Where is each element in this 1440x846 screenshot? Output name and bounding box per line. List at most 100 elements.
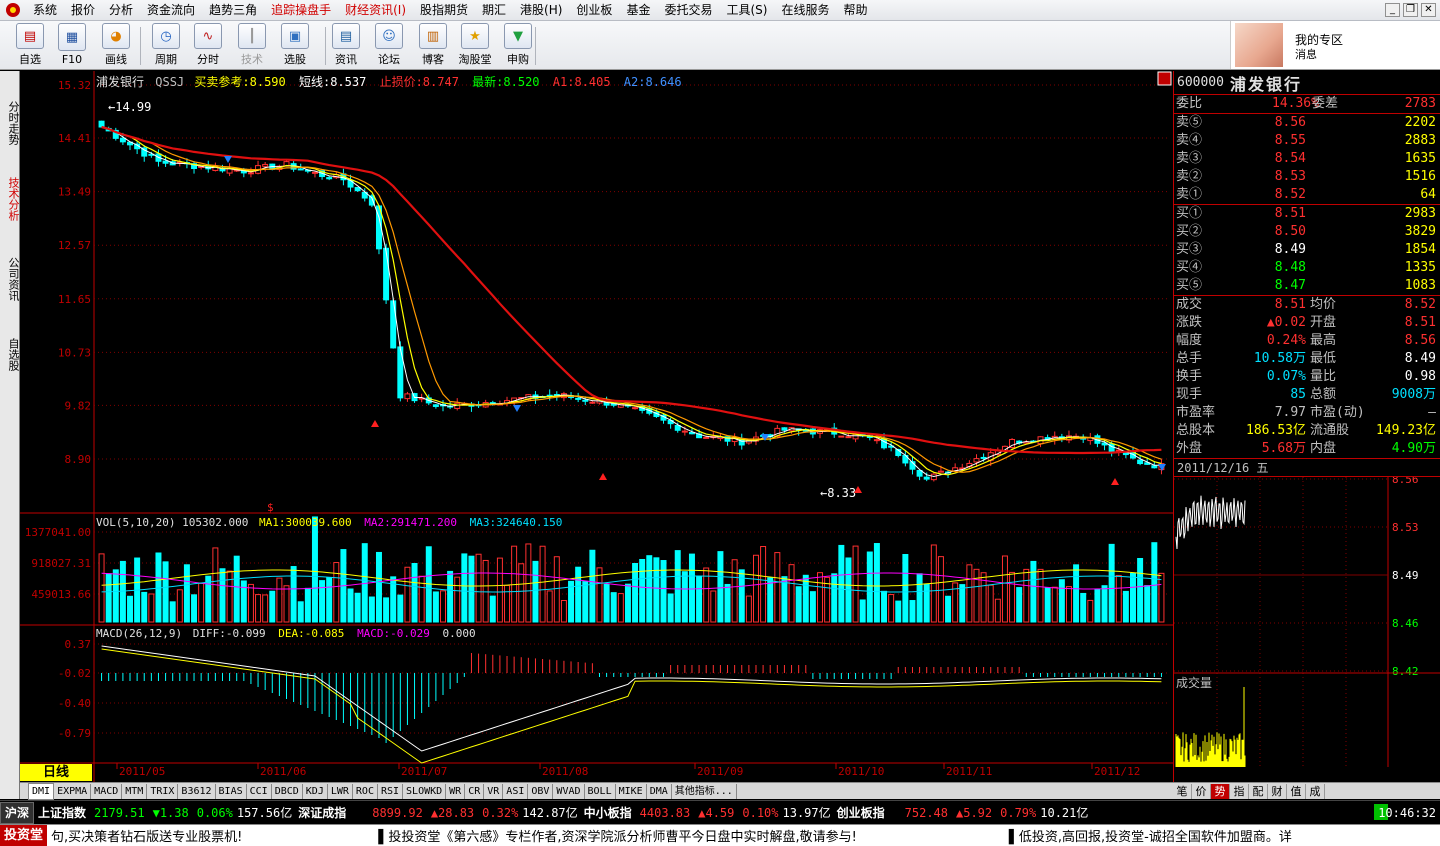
indicator-tab-23[interactable]: 其他指标... (672, 783, 737, 799)
ticker-item-1[interactable]: 句,买决策者钻石版送专业股票机! (51, 826, 242, 845)
menu-item-0[interactable]: 系统 (26, 0, 64, 21)
mini-intraday-chart[interactable]: 8.56 8.53 8.49 8.46 8.42 成交量 (1174, 473, 1440, 767)
menu-item-11[interactable]: 基金 (619, 0, 657, 21)
volume-bar (276, 577, 283, 623)
toolbar-taogutang-button[interactable]: ★ 淘股堂 (455, 23, 495, 67)
volume-bar (945, 595, 952, 623)
chart-canvas[interactable]: 15.32 14.41 13.49 12.57 11.65 10.73 9.82 8.90 13… (20, 71, 1173, 782)
toolbar-blog-button[interactable]: ▥ 博客 (413, 23, 453, 67)
stat-label-2: 总额 (1310, 387, 1337, 402)
buy-level-4-price: 8.48 (1274, 260, 1306, 275)
menu-item-13[interactable]: 工具(S) (719, 0, 774, 21)
news-ticker[interactable]: 投资堂 句,买决策者钻石版送专业股票机! ▌投投资堂《第六感》专栏作者,资深学院… (0, 824, 1440, 846)
indicator-tab-19[interactable]: WVAD (553, 783, 585, 799)
right-tab-2[interactable]: 势 (1211, 783, 1230, 799)
right-tab-5[interactable]: 财 (1268, 783, 1287, 799)
technical-chart[interactable]: 15.32 14.41 13.49 12.57 11.65 10.73 9.82 8.90 13… (20, 71, 1173, 782)
zx-index-name[interactable]: 中小板指 (584, 804, 632, 821)
menu-item-7[interactable]: 股指期货 (413, 0, 475, 21)
app-logo-icon[interactable] (3, 0, 23, 20)
sell-level-4-label: 卖④ (1176, 133, 1203, 148)
menu-item-8[interactable]: 期汇 (475, 0, 513, 21)
menu-item-10[interactable]: 创业板 (569, 0, 619, 21)
right-tab-6[interactable]: 值 (1287, 783, 1306, 799)
indicator-tab-5[interactable]: B3612 (178, 783, 216, 799)
indicator-tab-20[interactable]: BOLL (585, 783, 616, 799)
right-tab-1[interactable]: 价 (1192, 783, 1211, 799)
indicator-tab-2[interactable]: MACD (91, 783, 123, 799)
indicator-tab-21[interactable]: MIKE (616, 783, 647, 799)
volume-bar (688, 553, 695, 623)
right-tab-0[interactable]: 笔 (1173, 783, 1192, 799)
indicator-tab-8[interactable]: DBCD (272, 783, 303, 799)
toolbar-watchlist-button[interactable]: ▤ 自选 (10, 23, 50, 67)
menu-item-2[interactable]: 分析 (102, 0, 140, 21)
toolbar-news-button[interactable]: ▤ 资讯 (326, 23, 366, 67)
ticker-item-3[interactable]: ▌低投资,高回报,投资堂-诚招全国软件加盟商。详 (1009, 826, 1292, 845)
menu-item-9[interactable]: 港股(H) (513, 0, 569, 21)
indicator-tab-17[interactable]: ASI (503, 783, 529, 799)
ticker-item-2[interactable]: ▌投投资堂《第六感》专栏作者,资深学院派分析师曹平今日盘中实时解盘,敬请参与! (378, 826, 856, 845)
right-tab-4[interactable]: 配 (1249, 783, 1268, 799)
side-tab-technical[interactable]: 技术分析 (0, 167, 20, 227)
period-tab-daily[interactable]: 日线 (20, 764, 92, 781)
sell-orders: 卖⑤ 8.56 2202 卖④ 8.55 2883 卖③ 8.54 1635 卖② 8.53 1516… (1174, 114, 1440, 205)
indicator-tab-4[interactable]: TRIX (147, 783, 179, 799)
candle (681, 430, 688, 433)
toolbar-period-button[interactable]: ◷ 周期 (146, 23, 186, 67)
promo-banner[interactable]: 我的专区 消息 (1230, 21, 1440, 69)
menu-item-15[interactable]: 帮助 (836, 0, 874, 21)
restore-button[interactable]: ❐ (1403, 3, 1418, 17)
close-button[interactable]: ✕ (1421, 3, 1436, 17)
indicator-tab-9[interactable]: KDJ (303, 783, 328, 799)
indicator-tab-11[interactable]: ROC (353, 783, 378, 799)
minimize-button[interactable]: _ (1385, 3, 1400, 17)
stat-row-8: 外盘 5.68万 内盘 4.90万 (1174, 440, 1440, 458)
volume-bar (553, 556, 560, 623)
menu-item-14[interactable]: 在线服务 (774, 0, 836, 21)
indicator-tab-7[interactable]: CCI (247, 783, 272, 799)
ticker-logo[interactable]: 投资堂 (0, 825, 48, 846)
indicator-tab-15[interactable]: CR (465, 783, 485, 799)
toolbar-f10-button[interactable]: ▦ F10 (52, 23, 92, 67)
menu-item-4[interactable]: 趋势三角 (202, 0, 264, 21)
sh-index-name[interactable]: 上证指数 (38, 804, 86, 821)
cy-index-name[interactable]: 创业板指 (837, 804, 885, 821)
indicator-tab-14[interactable]: WR (446, 783, 466, 799)
promo-avatar (1235, 23, 1283, 67)
menu-item-12[interactable]: 委托交易 (657, 0, 719, 21)
indicator-tab-6[interactable]: BIAS (216, 783, 247, 799)
side-tab-watchlist[interactable]: 自选股 (0, 327, 20, 377)
buy-level-4-volume: 1335 (1404, 260, 1436, 275)
toolbar-stock-picker-button[interactable]: ▣ 选股 (275, 23, 315, 67)
menu-item-1[interactable]: 报价 (64, 0, 102, 21)
side-tab-intraday[interactable]: 分时走势 (0, 91, 20, 151)
candle (980, 456, 987, 459)
indicator-tab-18[interactable]: OBV (528, 783, 554, 799)
sz-index-name[interactable]: 深证成指 (298, 804, 346, 821)
indicator-tab-16[interactable]: VR (484, 783, 504, 799)
menu-item-5[interactable]: 追踪操盘手 (264, 0, 338, 21)
volume-bar (504, 584, 511, 623)
toolbar-draw-line-button[interactable]: ◕ 画线 (96, 23, 136, 67)
right-tab-3[interactable]: 指 (1230, 783, 1249, 799)
volume-bar (852, 545, 859, 623)
menu-item-6[interactable]: 财经资讯(I) (338, 0, 413, 21)
toolbar-forum-button[interactable]: ☺ 论坛 (369, 23, 409, 67)
menu-item-3[interactable]: 资金流向 (140, 0, 202, 21)
sh-index-pct: 0.06% (196, 805, 233, 820)
indicator-tab-13[interactable]: SLOWKD (403, 783, 447, 799)
toolbar-technical-button[interactable]: ┃ 技术 (232, 23, 272, 67)
stat-label: 成交 (1176, 297, 1203, 312)
side-tab-company-info[interactable]: 公司资讯 (0, 247, 20, 307)
toolbar-subscribe-button[interactable]: ▼ 申购 (498, 23, 538, 67)
toolbar-intraday-button[interactable]: ∿ 分时 (188, 23, 228, 67)
indicator-tab-3[interactable]: MTM (122, 783, 148, 799)
indicator-tab-12[interactable]: RSI (378, 783, 404, 799)
indicator-tab-0[interactable]: DMI (28, 782, 55, 800)
market-label[interactable]: 沪深 (0, 801, 35, 824)
indicator-tab-10[interactable]: LWR (328, 783, 353, 799)
indicator-tab-1[interactable]: EXPMA (54, 783, 92, 799)
indicator-tab-22[interactable]: DMA (647, 783, 672, 799)
right-tab-7[interactable]: 成 (1306, 783, 1325, 799)
